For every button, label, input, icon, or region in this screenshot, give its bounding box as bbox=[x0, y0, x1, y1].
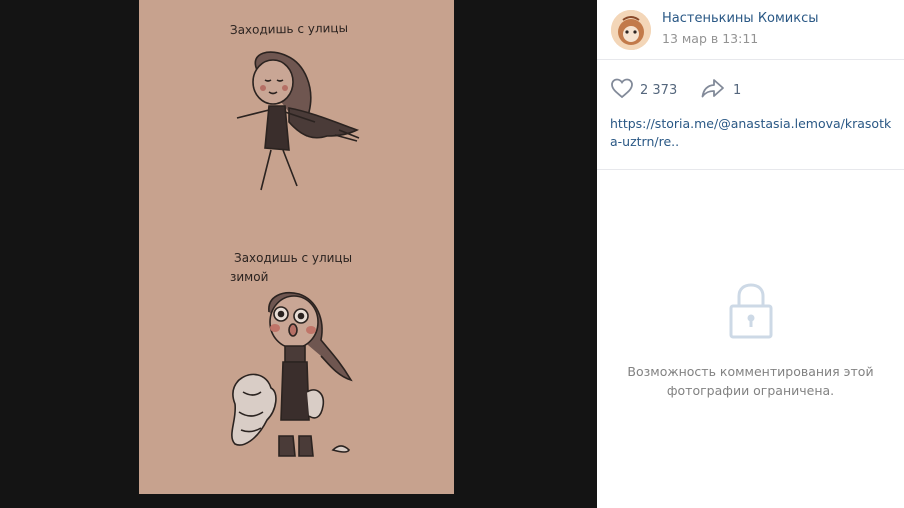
comments-restricted bbox=[597, 280, 904, 344]
like-count: 2 373 bbox=[640, 82, 678, 98]
post-date[interactable]: 13 мар в 13:11 bbox=[662, 31, 758, 46]
comments-restricted-line-1: Возможность комментирования этой bbox=[627, 364, 874, 379]
like-button[interactable]: 2 373 bbox=[610, 78, 677, 102]
share-arrow-icon bbox=[701, 78, 725, 102]
post-actions: 2 373 1 https://storia.me/@anastasia.lem… bbox=[597, 60, 904, 170]
comic-photo[interactable]: Заходишь с улицы Заходишь с улицы зимой bbox=[139, 0, 454, 494]
comic-caption-top: Заходишь с улицы bbox=[230, 21, 348, 37]
share-count: 1 bbox=[733, 82, 742, 98]
photo-viewer: Заходишь с улицы Заходишь с улицы зимой bbox=[0, 0, 597, 508]
comic-girl-summer bbox=[236, 51, 360, 191]
comic-caption-bottom-2: зимой bbox=[230, 270, 268, 284]
author-block: Настенькины Комиксы 13 мар в 13:11 bbox=[597, 0, 904, 60]
info-panel: Настенькины Комиксы 13 мар в 13:11 2 373… bbox=[597, 0, 904, 508]
comments-restricted-text: Возможность комментирования этой фотогра… bbox=[597, 362, 904, 400]
heart-icon bbox=[610, 77, 634, 103]
post-link[interactable]: https://storia.me/@anastasia.lemova/kras… bbox=[610, 115, 895, 151]
community-name[interactable]: Настенькины Комиксы bbox=[662, 11, 819, 26]
community-avatar[interactable] bbox=[611, 10, 651, 50]
lock-icon bbox=[727, 280, 775, 344]
comic-girl-winter bbox=[231, 292, 353, 457]
comic-caption-bottom-1: Заходишь с улицы bbox=[234, 251, 352, 265]
share-button[interactable]: 1 bbox=[701, 78, 741, 102]
comments-restricted-line-2: фотографии ограничена. bbox=[666, 383, 835, 398]
